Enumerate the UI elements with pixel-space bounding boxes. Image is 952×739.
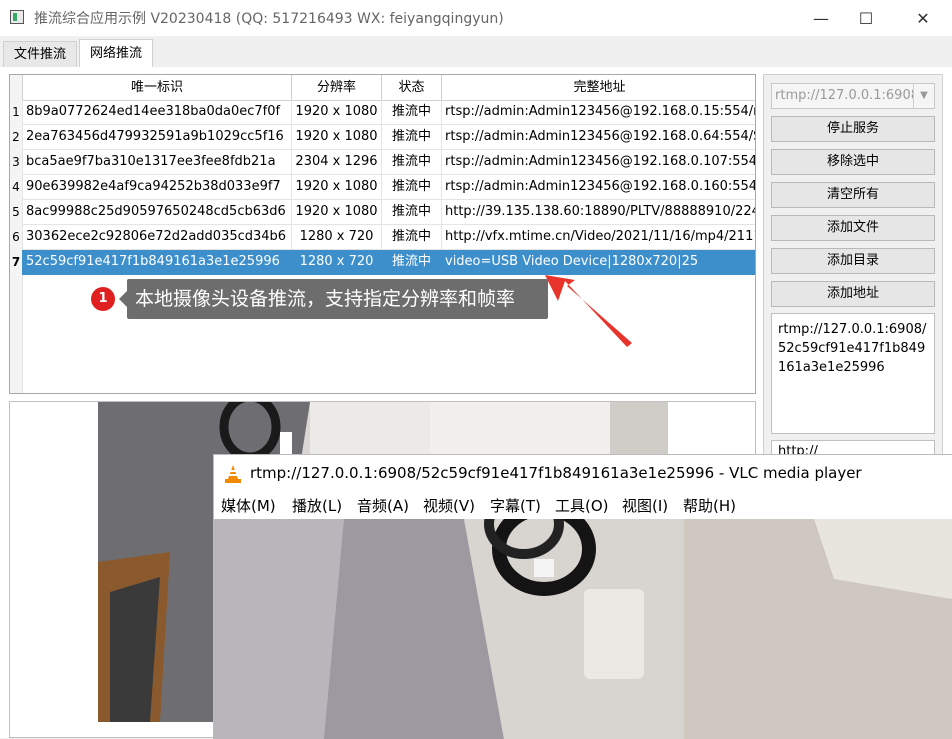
server-address-combo[interactable]: rtmp://127.0.0.1:6908 ▼ (771, 83, 935, 109)
table-header: 唯一标识 分辨率 状态 完整地址 (10, 75, 755, 101)
cell-resolution: 1280 x 720 (292, 225, 382, 250)
add-file-button[interactable]: 添加文件 (771, 215, 935, 241)
row-number: 4 (10, 175, 23, 200)
annotation-callout: 本地摄像头设备推流，支持指定分辨率和帧率 (119, 279, 548, 319)
vlc-menu-video[interactable]: 视频(V) (423, 495, 475, 516)
cell-id: 8ac99988c25d90597650248cd5cb63d6 (23, 200, 292, 225)
cell-status: 推流中 (382, 150, 442, 175)
cell-status: 推流中 (382, 200, 442, 225)
column-header-id[interactable]: 唯一标识 (23, 75, 292, 100)
table-row[interactable]: 6 30362ece2c92806e72d2add035cd34b6 1280 … (10, 225, 756, 250)
stop-service-button[interactable]: 停止服务 (771, 116, 935, 142)
push-address-textbox[interactable]: rtmp://127.0.0.1:6908/52c59cf91e417f1b84… (771, 313, 935, 434)
vlc-menu-playback[interactable]: 播放(L) (292, 495, 342, 516)
cell-status: 推流中 (382, 100, 442, 125)
maximize-button[interactable]: ☐ (840, 0, 892, 36)
stream-table: 唯一标识 分辨率 状态 完整地址 1 8b9a0772624ed14ee318b… (9, 74, 756, 394)
column-header-url[interactable]: 完整地址 (442, 75, 755, 100)
table-row[interactable]: 1 8b9a0772624ed14ee318ba0da0ec7f0f 1920 … (10, 100, 756, 125)
cell-id: 52c59cf91e417f1b849161a3e1e25996 (23, 250, 292, 275)
cell-url: rtsp://admin:Admin123456@192.168.0.160:5… (445, 179, 756, 194)
vlc-cone-icon (225, 465, 241, 483)
cell-resolution: 1280 x 720 (292, 250, 382, 275)
vlc-menu-audio[interactable]: 音频(A) (357, 495, 409, 516)
row-number: 5 (10, 200, 23, 225)
vlc-video-output (214, 519, 952, 739)
row-number: 1 (10, 100, 23, 125)
vlc-window-title: rtmp://127.0.0.1:6908/52c59cf91e417f1b84… (250, 464, 862, 482)
table-row-selected[interactable]: 7 52c59cf91e417f1b849161a3e1e25996 1280 … (10, 250, 755, 275)
cell-status: 推流中 (382, 175, 442, 200)
tab-file-push[interactable]: 文件推流 (3, 41, 78, 67)
vlc-video-frame (214, 519, 952, 739)
cell-id: 8b9a0772624ed14ee318ba0da0ec7f0f (23, 100, 292, 125)
cell-resolution: 1920 x 1080 (292, 100, 382, 125)
vlc-menu-tools[interactable]: 工具(O) (555, 495, 609, 516)
title-bar: 推流综合应用示例 V20230418 (QQ: 517216493 WX: fe… (0, 0, 952, 36)
cell-id: 90e639982e4af9ca94252b38d033e9f7 (23, 175, 292, 200)
cell-url: rtsp://admin:Admin123456@192.168.0.15:55… (445, 104, 756, 119)
vlc-menu-view[interactable]: 视图(I) (622, 495, 668, 516)
chevron-down-icon[interactable]: ▼ (913, 84, 934, 108)
cell-resolution: 1920 x 1080 (292, 200, 382, 225)
table-row[interactable]: 4 90e639982e4af9ca94252b38d033e9f7 1920 … (10, 175, 756, 200)
cell-status: 推流中 (382, 250, 442, 275)
annotation-badge: 1 (91, 287, 115, 311)
remove-selected-button[interactable]: 移除选中 (771, 149, 935, 175)
window-title: 推流综合应用示例 V20230418 (QQ: 517216493 WX: fe… (34, 11, 504, 27)
vlc-menu-help[interactable]: 帮助(H) (683, 495, 736, 516)
cell-id: bca5ae9f7ba310e1317ee3fee8fdb21a (23, 150, 292, 175)
vlc-menu-subtitle[interactable]: 字幕(T) (490, 495, 541, 516)
cell-url: http://vfx.mtime.cn/Video/2021/11/16/mp4… (445, 229, 756, 244)
cell-id: 2ea763456d479932591a9b1029cc5f16 (23, 125, 292, 150)
cell-resolution: 1920 x 1080 (292, 125, 382, 150)
column-header-status[interactable]: 状态 (382, 75, 442, 100)
row-number: 7 (10, 250, 23, 275)
cell-resolution: 2304 x 1296 (292, 150, 382, 175)
add-address-button[interactable]: 添加地址 (771, 281, 935, 307)
corner-cell (10, 75, 23, 100)
column-header-resolution[interactable]: 分辨率 (292, 75, 382, 100)
app-icon (10, 10, 24, 24)
cell-url: rtsp://admin:Admin123456@192.168.0.107:5… (445, 154, 756, 169)
row-header-gutter (10, 275, 23, 393)
clear-all-button[interactable]: 清空所有 (771, 182, 935, 208)
vlc-menu-bar: 媒体(M) 播放(L) 音频(A) 视频(V) 字幕(T) 工具(O) 视图(I… (214, 493, 952, 519)
tab-bar: 文件推流 网络推流 (0, 37, 952, 68)
cell-status: 推流中 (382, 125, 442, 150)
server-address-value: rtmp://127.0.0.1:6908 (775, 88, 919, 103)
table-row[interactable]: 3 bca5ae9f7ba310e1317ee3fee8fdb21a 2304 … (10, 150, 756, 175)
cell-status: 推流中 (382, 225, 442, 250)
row-number: 2 (10, 125, 23, 150)
close-button[interactable]: ✕ (897, 0, 949, 36)
cell-url: video=USB Video Device|1280x720|25 (445, 254, 699, 269)
row-number: 3 (10, 150, 23, 175)
cell-url: rtsp://admin:Admin123456@192.168.0.64:55… (445, 129, 756, 144)
add-directory-button[interactable]: 添加目录 (771, 248, 935, 274)
table-row[interactable]: 5 8ac99988c25d90597650248cd5cb63d6 1920 … (10, 200, 756, 225)
table-row[interactable]: 2 2ea763456d479932591a9b1029cc5f16 1920 … (10, 125, 756, 150)
cell-id: 30362ece2c92806e72d2add035cd34b6 (23, 225, 292, 250)
cell-url: http://39.135.138.60:18890/PLTV/88888910… (445, 204, 756, 219)
tab-network-push[interactable]: 网络推流 (79, 39, 154, 68)
vlc-window: rtmp://127.0.0.1:6908/52c59cf91e417f1b84… (213, 454, 952, 739)
row-number: 6 (10, 225, 23, 250)
vlc-menu-media[interactable]: 媒体(M) (221, 495, 276, 516)
cell-resolution: 1920 x 1080 (292, 175, 382, 200)
